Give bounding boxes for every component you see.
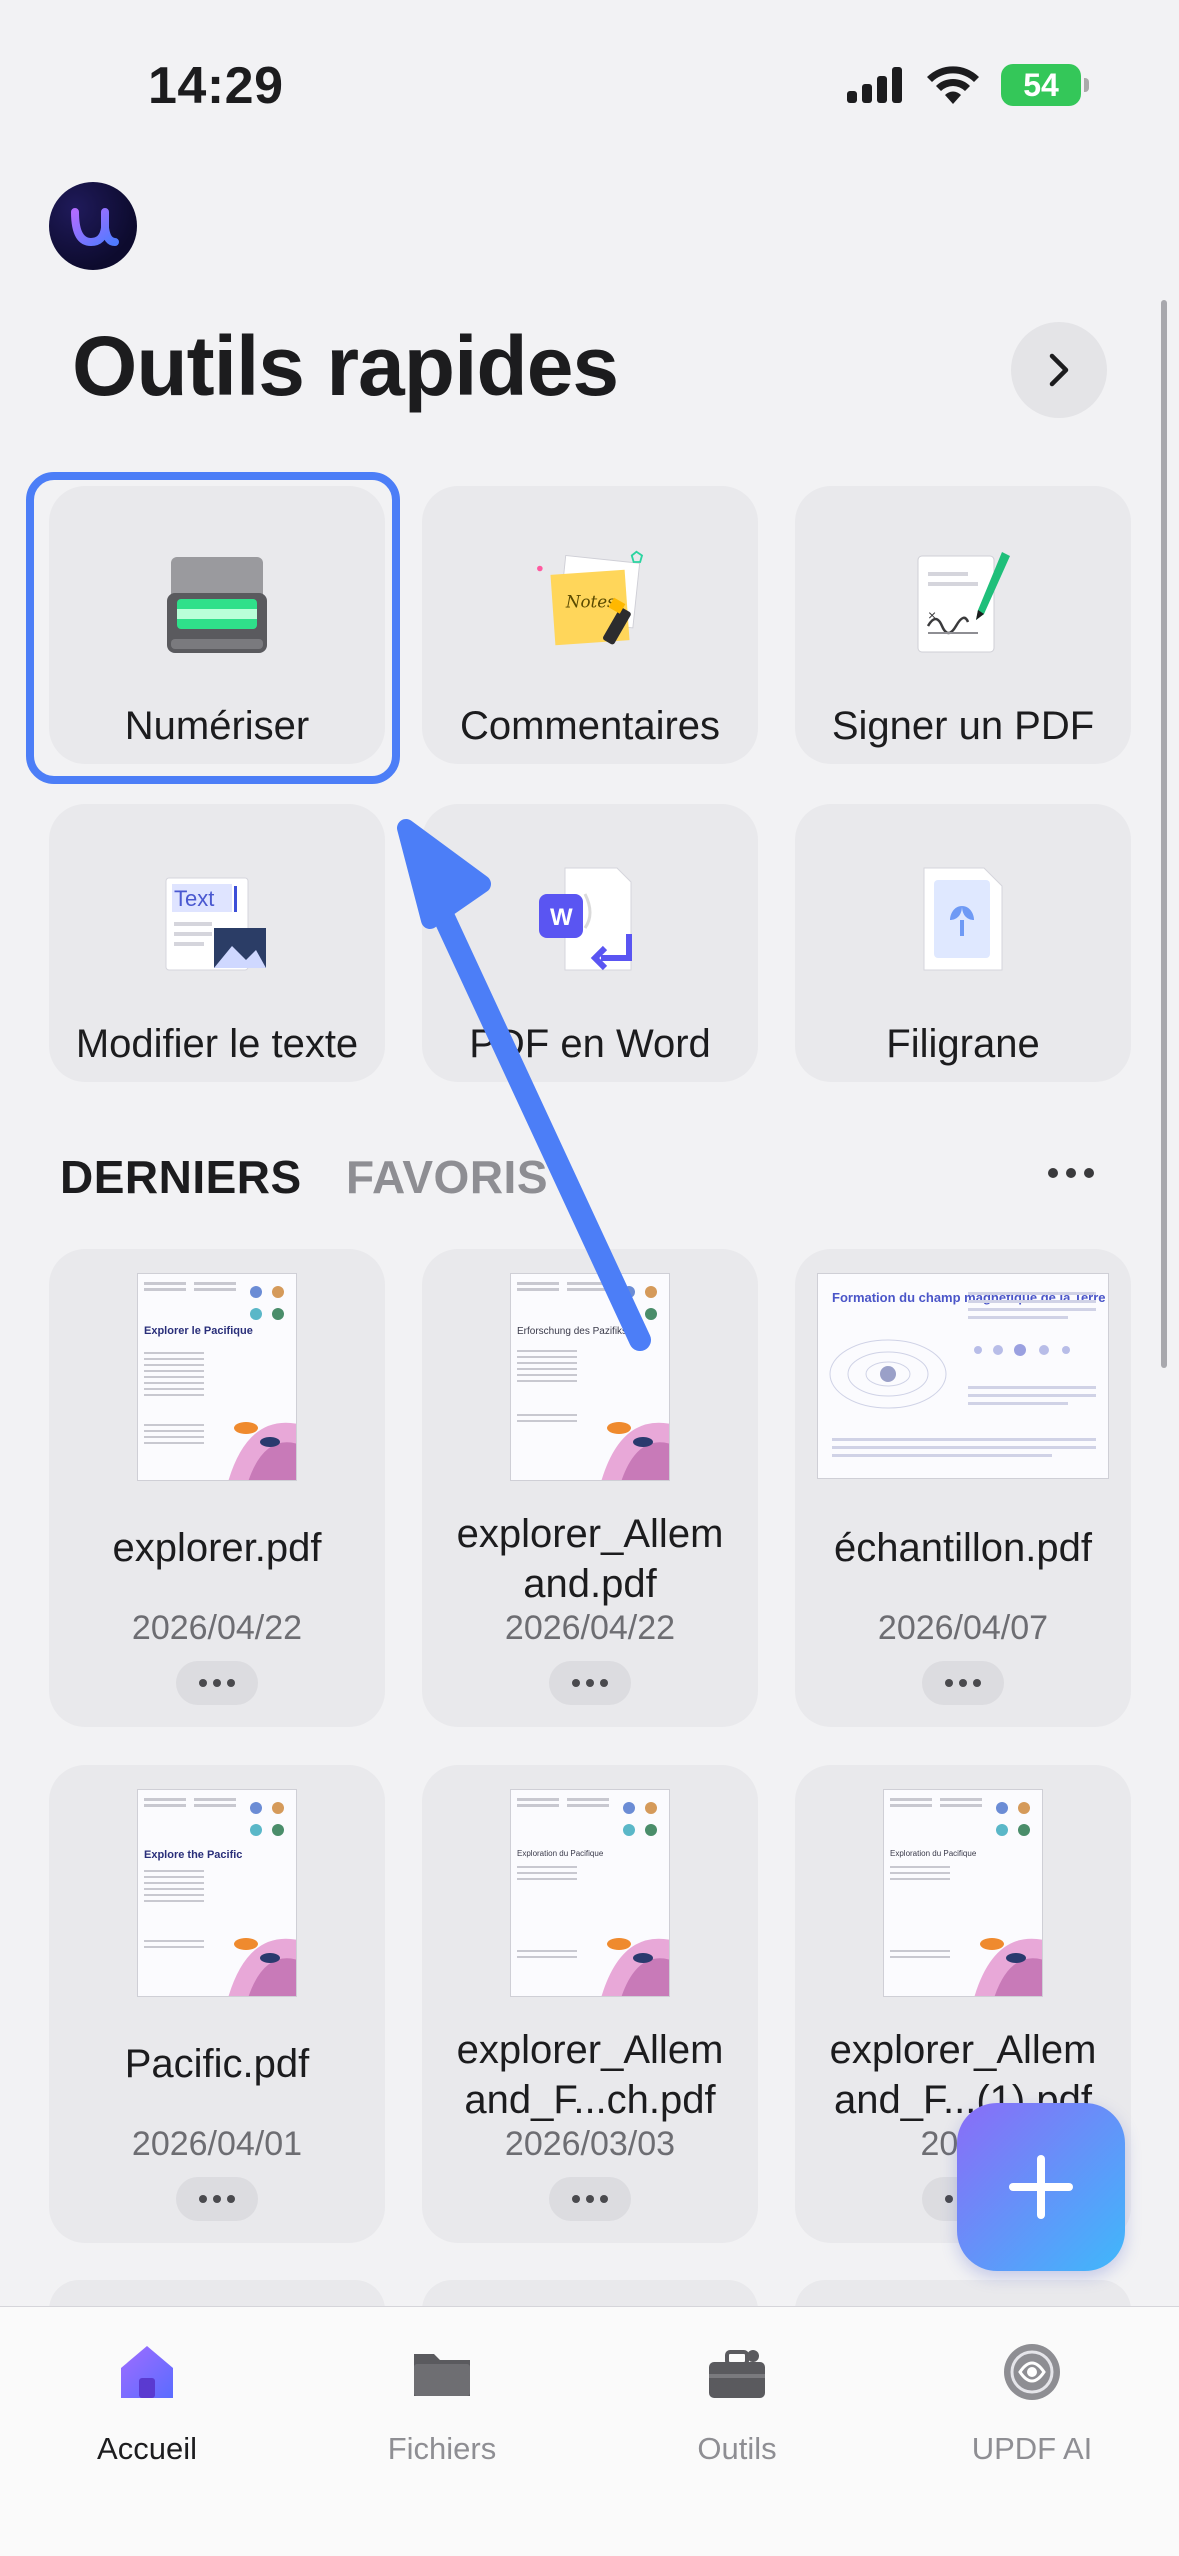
file-thumbnail: Explore the Pacific [137, 1789, 297, 1997]
toolbox-icon [702, 2337, 772, 2407]
tool-comments[interactable]: Notes Commentaires [422, 486, 758, 764]
thumb-title: Explore the Pacific [144, 1849, 242, 1861]
thumb-title: Erforschung des Pazifiks [517, 1326, 627, 1337]
tab-files[interactable]: Fichiers [342, 2337, 542, 2467]
file-more-button[interactable] [922, 1661, 1004, 1705]
tool-edit-text[interactable]: Text Modifier le texte [49, 804, 385, 1082]
file-card[interactable]: Exploration du Pacifique explorer_Allem … [422, 1765, 758, 2243]
battery-indicator: 54 [1001, 64, 1089, 106]
thumb-title: Explorer le Pacifique [144, 1325, 253, 1337]
ai-icon [997, 2337, 1067, 2407]
add-button[interactable] [957, 2103, 1125, 2271]
file-date: 2026/03/03 [504, 2125, 676, 2163]
tool-label: Modifier le texte [75, 1022, 359, 1066]
tab-label: Fichiers [387, 2431, 497, 2466]
tool-label: PDF en Word [469, 1022, 711, 1066]
svg-text:Notes: Notes [565, 592, 616, 612]
selection-highlight [26, 472, 400, 784]
svg-text:×: × [928, 607, 936, 623]
file-date: 2026/04/01 [131, 2125, 303, 2163]
tool-label: Signer un PDF [831, 704, 1095, 748]
file-card[interactable]: Erforschung des Pazifiks explorer_Allem … [422, 1249, 758, 1727]
edit-text-icon: Text [152, 854, 282, 984]
pdf-to-word-icon: W [525, 854, 655, 984]
section-more-button[interactable] [1048, 1168, 1094, 1178]
file-thumbnail: Explorer le Pacifique [137, 1273, 297, 1481]
bottom-tab-bar: Accueil Fichiers Outils UPDF AI [0, 2306, 1179, 2556]
tab-favorites[interactable]: FAVORIS [346, 1150, 548, 1204]
folder-icon [407, 2337, 477, 2407]
updf-logo-icon [71, 208, 119, 247]
file-thumbnail: Exploration du Pacifique [883, 1789, 1043, 1997]
file-card[interactable]: Explore the Pacific Pacific.pdf 2026/04/… [49, 1765, 385, 2243]
file-name-line: explorer_Allem [829, 2028, 1097, 2072]
tool-pdf-to-word[interactable]: W PDF en Word [422, 804, 758, 1082]
file-card[interactable]: Explorer le Pacifique explorer.pdf 2026/… [49, 1249, 385, 1727]
tab-tools[interactable]: Outils [637, 2337, 837, 2467]
battery-level: 54 [1023, 66, 1059, 103]
thumb-title: Exploration du Pacifique [890, 1849, 977, 1858]
home-icon [112, 2337, 182, 2407]
page-title: Outils rapides [72, 319, 619, 413]
tab-label: UPDF AI [971, 2431, 1093, 2466]
file-name-line: explorer_Allem [456, 1512, 724, 1556]
thumb-title: Exploration du Pacifique [517, 1849, 604, 1858]
file-thumbnail: Exploration du Pacifique [510, 1789, 670, 1997]
tab-updf-ai[interactable]: UPDF AI [932, 2337, 1132, 2467]
tab-label: Outils [697, 2431, 777, 2466]
file-thumbnail: Erforschung des Pazifiks [510, 1273, 670, 1481]
notes-icon: Notes [525, 536, 655, 666]
status-time: 14:29 [148, 57, 284, 115]
file-more-button[interactable] [176, 1661, 258, 1705]
file-name: Pacific.pdf [124, 2042, 310, 2086]
file-name-line: and.pdf [523, 1562, 657, 1606]
cellular-signal-icon [847, 67, 902, 103]
file-more-button[interactable] [549, 1661, 631, 1705]
file-name: explorer_Allem and_F...ch.pdf [422, 2025, 758, 2125]
app-logo[interactable] [49, 182, 137, 270]
file-name: échantillon.pdf [834, 1526, 1092, 1570]
tool-label: Filigrane [886, 1022, 1040, 1066]
svg-text:W: W [550, 904, 573, 931]
scroll-indicator[interactable] [1161, 300, 1167, 1368]
tool-sign-pdf[interactable]: × Signer un PDF [795, 486, 1131, 764]
file-date: 2026/04/22 [131, 1609, 303, 1647]
tab-home[interactable]: Accueil [47, 2337, 247, 2467]
file-name-line: and_F...ch.pdf [464, 2078, 716, 2122]
file-more-button[interactable] [549, 2177, 631, 2221]
file-card[interactable]: Formation du champ magnétique de la Terr… [795, 1249, 1131, 1727]
tool-label: Commentaires [459, 704, 721, 748]
status-indicators: 54 [847, 64, 1089, 106]
svg-text:Text: Text [174, 886, 214, 911]
file-name: explorer.pdf [112, 1526, 322, 1570]
file-date: 2026/04/07 [877, 1609, 1049, 1647]
file-thumbnail: Formation du champ magnétique de la Terr… [817, 1273, 1109, 1479]
tab-label: Accueil [97, 2431, 197, 2466]
file-date: 2026/04/22 [504, 1609, 676, 1647]
signature-pen-icon: × [898, 536, 1028, 666]
chevron-right-icon [1049, 353, 1069, 387]
status-bar: 14:29 54 [0, 0, 1179, 150]
file-more-button[interactable] [176, 2177, 258, 2221]
quick-tools-more-button[interactable] [1011, 322, 1107, 418]
watermark-icon [898, 854, 1028, 984]
tab-recent[interactable]: DERNIERS [60, 1150, 302, 1204]
file-name: explorer_Allem and.pdf [422, 1509, 758, 1609]
file-name-line: explorer_Allem [456, 2028, 724, 2072]
tool-watermark[interactable]: Filigrane [795, 804, 1131, 1082]
wifi-icon [927, 66, 979, 104]
plus-icon [1009, 2155, 1073, 2219]
